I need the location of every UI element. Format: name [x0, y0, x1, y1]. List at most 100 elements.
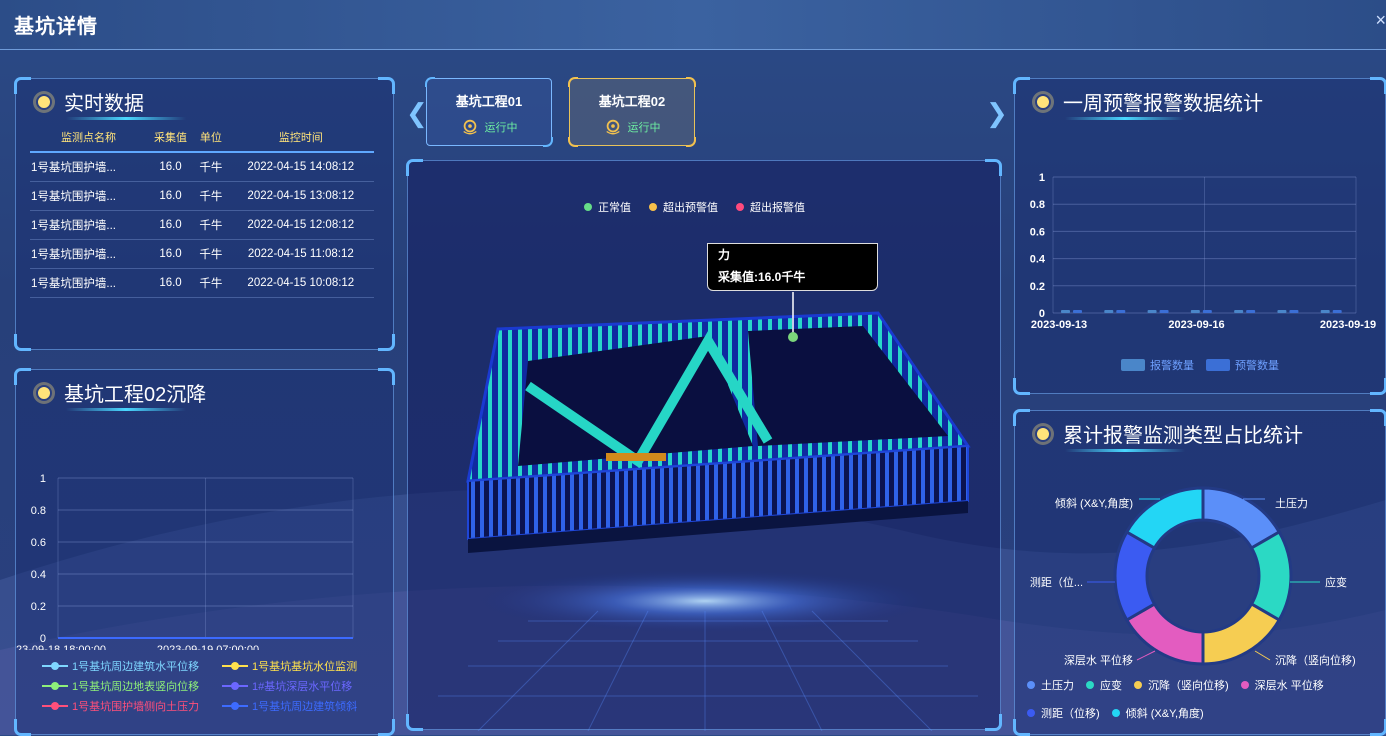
legend-item[interactable]: 报警数量: [1121, 357, 1194, 373]
legend-item[interactable]: 1号基坑周边建筑倾斜: [222, 698, 392, 714]
weekly-chart: 10.80.60.40.202023-09-13 2023-09-16 2023-0…: [1030, 172, 1376, 331]
y-tick-label: 0.8: [31, 505, 46, 517]
bar: [1202, 310, 1212, 313]
table-cell: 16.0: [146, 152, 195, 182]
tab-project-01[interactable]: 基坑工程01 运行中: [425, 77, 553, 147]
tab-status: 运行中: [484, 122, 518, 134]
bar: [1320, 310, 1330, 313]
x-tick-label: 2023-09-16: [1168, 319, 1224, 331]
table-cell: 千牛: [194, 181, 228, 211]
page-title: 基坑详情: [14, 16, 98, 38]
next-arrow-icon[interactable]: ❯: [986, 98, 1008, 129]
y-tick-label: 0.6: [1030, 226, 1045, 238]
table-row[interactable]: 1号基坑围护墙... 16.0 千牛 2022-04-15 14:08:12: [30, 152, 374, 182]
legend-marker-icon: [222, 702, 248, 710]
slice-label: 深层水 平位移: [1064, 653, 1133, 667]
table-cell: 千牛: [194, 268, 228, 298]
legend-label: 1号基坑周边地表竖向位移: [72, 681, 200, 693]
slice-label: 沉降（竖向位移): [1275, 653, 1356, 667]
model-panel: 正常值 超出预警值 超出报警值: [406, 159, 1002, 731]
legend-label: 沉降（竖向位移): [1148, 680, 1229, 692]
settlement-title: 基坑工程02沉降: [36, 378, 206, 407]
legend-label: 深层水 平位移: [1254, 680, 1324, 692]
legend-dot-icon: [1027, 681, 1035, 689]
legend-label: 土压力: [1041, 680, 1074, 692]
types-donut-chart: 土压力应变沉降（竖向位移) 深层水 平位移 测距（位... 倾斜 (X&Y,角度): [1030, 486, 1356, 667]
legend-dot-icon: [1027, 709, 1035, 717]
title-dot-icon: [36, 384, 52, 401]
donut-slice: [1124, 486, 1205, 551]
table-cell: 2022-04-15 13:08:12: [227, 181, 374, 211]
bar: [1246, 310, 1256, 313]
donut-slice: [1201, 601, 1282, 666]
legend-marker-icon: [222, 662, 248, 670]
realtime-title: 实时数据: [36, 87, 144, 116]
legend-label: 报警数量: [1150, 360, 1194, 372]
legend-marker-icon: [222, 682, 248, 690]
bar: [1277, 310, 1287, 313]
tab-status: 运行中: [627, 122, 661, 134]
y-tick-label: 0.4: [31, 569, 46, 581]
table-cell: 1号基坑围护墙...: [30, 239, 147, 269]
header-bar: 基坑详情 ×: [0, 0, 1386, 50]
x-tick-label: 23-09-18 18:00:00: [16, 644, 106, 650]
column-header: 单位: [194, 123, 228, 153]
y-tick-label: 1: [1039, 172, 1045, 184]
column-header: 监测点名称: [30, 123, 147, 153]
legend-item[interactable]: 1#基坑深层水平位移: [222, 678, 392, 694]
bar: [1159, 310, 1169, 313]
table-cell: 千牛: [194, 210, 228, 240]
table-cell: 1号基坑围护墙...: [30, 181, 147, 211]
settlement-chart: 10.80.60.40.2023-09-18 18:00:00 2023-09-1…: [16, 473, 354, 650]
legend-dot-icon: [1134, 681, 1142, 689]
table-row[interactable]: 1号基坑围护墙... 16.0 千牛 2022-04-15 13:08:12: [30, 181, 374, 211]
bar: [1116, 310, 1126, 313]
table-cell: 16.0: [146, 210, 195, 240]
table-cell: 2022-04-15 11:08:12: [227, 239, 374, 269]
table-row[interactable]: 1号基坑围护墙... 16.0 千牛 2022-04-15 10:08:12: [30, 268, 374, 298]
weekly-panel: 一周预警报警数据统计 1 0.8 0.6 0.4 0.2 0 2023-09-13 2023-…: [1013, 77, 1386, 395]
legend-item[interactable]: 1号基坑周边建筑水平位移: [42, 658, 222, 674]
legend-item[interactable]: 1号基坑周边地表竖向位移: [42, 678, 222, 694]
legend-label: 1#基坑深层水平位移: [252, 681, 353, 693]
legend-marker-icon: [42, 662, 68, 670]
y-tick-label: 0.4: [1030, 254, 1046, 266]
table-cell: 2022-04-15 10:08:12: [227, 268, 374, 298]
types-panel: 累计报警监测类型占比统计 土压力 应变 沉降（竖向位移) 深层水 平位移 测距（位...…: [1013, 409, 1386, 736]
legend-label: 1号基坑围护墙侧向土压力: [72, 701, 200, 713]
title-dot-icon: [1035, 425, 1051, 442]
legend-label: 1号基坑周边建筑倾斜: [252, 701, 358, 713]
column-header: 监控时间: [227, 123, 374, 153]
tab-project-02[interactable]: 基坑工程02 运行中: [568, 77, 696, 147]
legend-item[interactable]: 1号基坑围护墙侧向土压力: [42, 698, 222, 714]
legend-item[interactable]: 土压力: [1027, 677, 1074, 693]
slice-label: 倾斜 (X&Y,角度): [1055, 496, 1133, 510]
y-tick-label: 0.2: [1030, 281, 1045, 293]
table-row[interactable]: 1号基坑围护墙... 16.0 千牛 2022-04-15 12:08:12: [30, 210, 374, 240]
bar: [1234, 310, 1244, 313]
title-dot-icon: [36, 93, 52, 110]
table-cell: 16.0: [146, 239, 195, 269]
prev-arrow-icon[interactable]: ❮: [406, 98, 428, 129]
table-cell: 16.0: [146, 268, 195, 298]
close-icon[interactable]: ×: [1375, 10, 1386, 31]
legend-marker-icon: [42, 702, 68, 710]
legend-item[interactable]: 沉降（竖向位移): [1134, 677, 1229, 693]
realtime-table: 监测点名称 采集值 单位 监控时间 1号基坑围护墙... 16.0 千牛 2022-04-1…: [30, 123, 374, 298]
table-cell: 2022-04-15 14:08:12: [227, 152, 374, 182]
legend-item[interactable]: 应变: [1086, 677, 1122, 693]
table-row[interactable]: 1号基坑围护墙... 16.0 千牛 2022-04-15 11:08:12: [30, 239, 374, 269]
model-tooltip: 力 采集值:16.0千牛: [707, 243, 878, 291]
slice-label: 应变: [1325, 575, 1347, 589]
legend-item[interactable]: 测距（位移): [1027, 705, 1100, 721]
legend-item[interactable]: 倾斜 (X&Y,角度): [1111, 705, 1204, 721]
legend-label: 应变: [1100, 680, 1122, 692]
legend-item[interactable]: 深层水 平位移: [1240, 677, 1324, 693]
legend-marker-icon: [42, 682, 68, 690]
legend-swatch-icon: [1206, 359, 1230, 371]
y-tick-label: 0.2: [31, 601, 46, 613]
legend-item[interactable]: 预警数量: [1206, 357, 1279, 373]
legend-item[interactable]: 1号基坑基坑水位监测: [222, 658, 392, 674]
location-pin-icon: [605, 119, 620, 135]
foundation-pit-3d-model[interactable]: [408, 161, 1002, 731]
